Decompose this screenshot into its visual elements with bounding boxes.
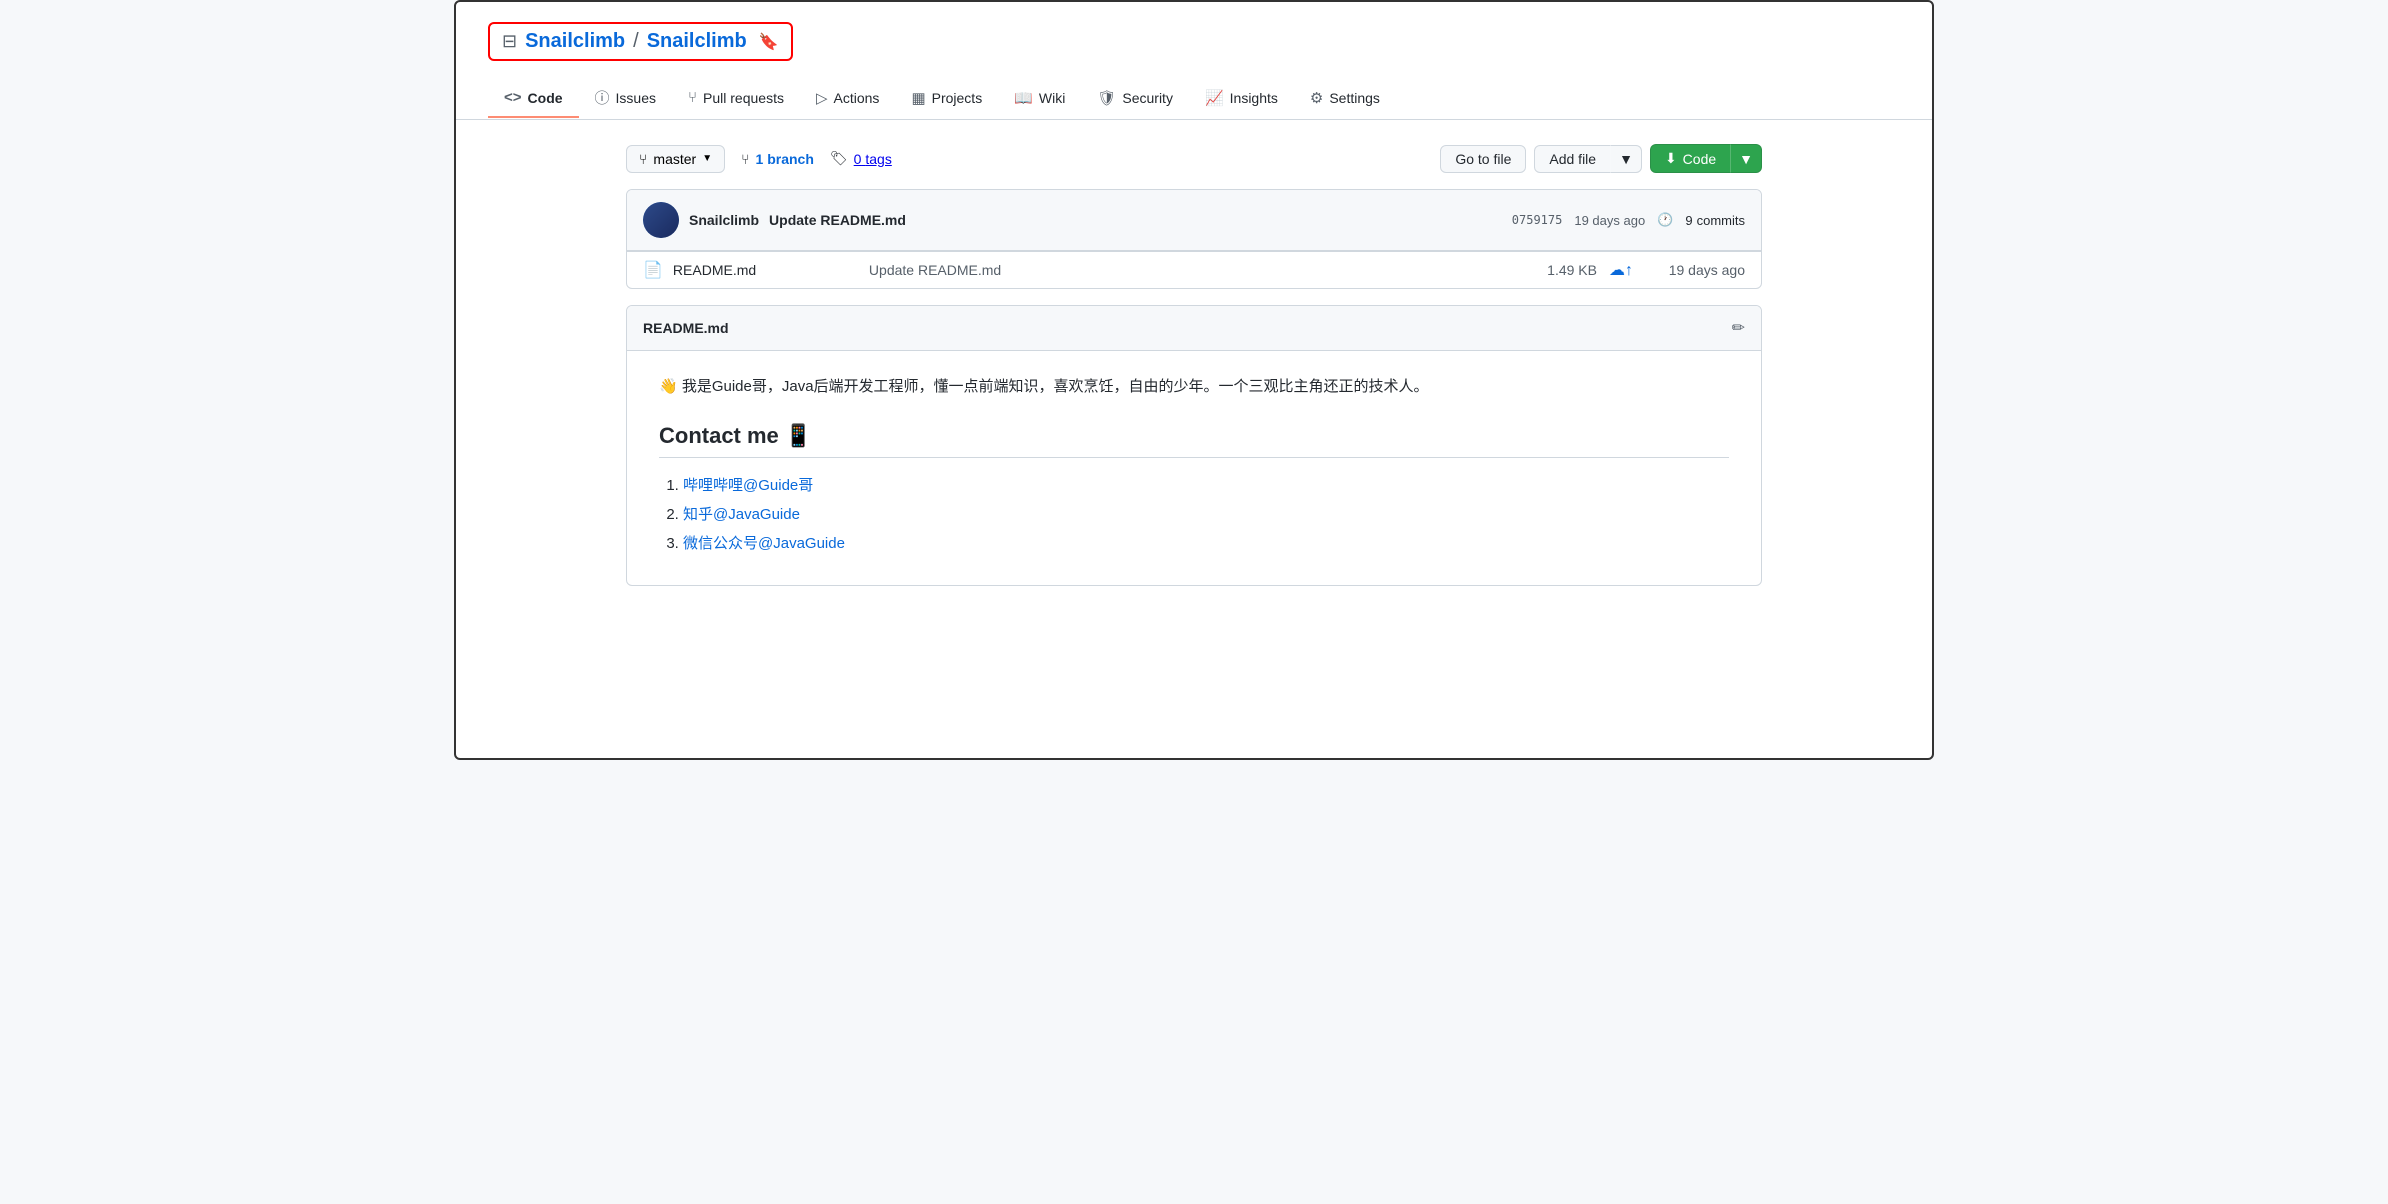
- branch-selector-label: master: [653, 151, 696, 167]
- readme-header: README.md ✏: [627, 306, 1761, 351]
- file-icon: 📄: [643, 260, 663, 280]
- list-item: 哔哩哔哩@Guide哥: [683, 474, 1729, 495]
- branch-selector-icon: ⑂: [639, 151, 647, 167]
- code-dropdown-button[interactable]: ▼: [1730, 144, 1762, 173]
- file-commit-message: Update README.md: [853, 262, 1517, 278]
- projects-icon: ▦: [911, 89, 925, 107]
- branch-bar: ⑂ master ▼ ⑂ 1 branch 🏷 0: [626, 144, 1762, 173]
- table-row: 📄 README.md Update README.md 1.49 KB ☁↑ …: [627, 251, 1761, 288]
- commit-message: Update README.md: [769, 212, 906, 228]
- branch-info: ⑂ 1 branch: [741, 151, 814, 167]
- tab-wiki[interactable]: 📖 Wiki: [998, 79, 1081, 119]
- contact-link-2[interactable]: 微信公众号@JavaGuide: [683, 535, 845, 552]
- insights-icon: 📈: [1205, 89, 1224, 107]
- commits-count-link[interactable]: 9 commits: [1685, 213, 1745, 228]
- tab-security[interactable]: 🛡 Security: [1081, 79, 1189, 119]
- code-download-button[interactable]: ⬇ Code: [1650, 144, 1731, 173]
- commits-label: commits: [1697, 213, 1745, 228]
- tag-label: tags: [865, 151, 891, 167]
- tab-insights[interactable]: 📈 Insights: [1189, 79, 1294, 119]
- commit-header: Snailclimb Update README.md 0759175 19 d…: [627, 190, 1761, 251]
- repo-separator: /: [633, 30, 639, 53]
- add-file-button[interactable]: Add file: [1534, 145, 1611, 173]
- wiki-icon: 📖: [1014, 89, 1033, 107]
- branch-chevron-icon: ▼: [702, 153, 712, 164]
- code-icon: <>: [504, 89, 522, 106]
- commit-header-right: 0759175 19 days ago 🕐 9 commits: [1512, 212, 1745, 228]
- tag-info: 🏷 0 tags: [830, 150, 892, 167]
- pull-request-icon: ⑂: [688, 89, 697, 106]
- commit-header-left: Snailclimb Update README.md: [643, 202, 906, 238]
- commit-time: 19 days ago: [1574, 213, 1645, 228]
- readme-intro: 👋 我是Guide哥，Java后端开发工程师，懂一点前端知识，喜欢烹饪，自由的少…: [659, 375, 1729, 399]
- nav-tabs: <> Code ⓘ Issues ⑂ Pull requests ▷ Actio…: [456, 77, 1932, 120]
- repo-icon: ⊟: [502, 31, 517, 52]
- go-to-file-button[interactable]: Go to file: [1440, 145, 1526, 173]
- branch-count-link[interactable]: 1 branch: [756, 151, 814, 167]
- main-content: ⑂ master ▼ ⑂ 1 branch 🏷 0: [594, 120, 1794, 610]
- readme-contact-list: 哔哩哔哩@Guide哥 知乎@JavaGuide 微信公众号@JavaGuide: [659, 474, 1729, 553]
- repo-title-box: ⊟ Snailclimb / Snailclimb 🔖: [488, 22, 793, 61]
- settings-icon: ⚙: [1310, 89, 1323, 107]
- branch-bar-left: ⑂ master ▼ ⑂ 1 branch 🏷 0: [626, 145, 892, 173]
- contact-link-1[interactable]: 知乎@JavaGuide: [683, 506, 800, 523]
- avatar: [643, 202, 679, 238]
- file-size: 1.49 KB: [1517, 262, 1597, 278]
- contact-link-0[interactable]: 哔哩哔哩@Guide哥: [683, 477, 813, 494]
- branch-fork-icon: ⑂: [741, 151, 749, 167]
- security-icon: 🛡: [1097, 89, 1116, 107]
- repo-owner-link[interactable]: Snailclimb: [525, 30, 625, 53]
- readme-content: 👋 我是Guide哥，Java后端开发工程师，懂一点前端知识，喜欢烹饪，自由的少…: [627, 351, 1761, 585]
- edit-icon[interactable]: ✏: [1732, 318, 1745, 338]
- tab-issues[interactable]: ⓘ Issues: [579, 77, 672, 120]
- tag-icon: 🏷: [830, 150, 848, 167]
- add-file-dropdown-button[interactable]: ▼: [1610, 145, 1642, 173]
- tab-projects[interactable]: ▦ Projects: [895, 79, 998, 119]
- clock-icon: 🕐: [1657, 212, 1673, 228]
- code-button-group: ⬇ Code ▼: [1650, 144, 1762, 173]
- tab-actions[interactable]: ▷ Actions: [800, 79, 895, 119]
- branch-selector[interactable]: ⑂ master ▼: [626, 145, 725, 173]
- download-icon: ⬇: [1665, 150, 1677, 167]
- commits-box: Snailclimb Update README.md 0759175 19 d…: [626, 189, 1762, 289]
- issues-icon: ⓘ: [595, 87, 610, 108]
- readme-title: README.md: [643, 320, 729, 336]
- actions-icon: ▷: [816, 89, 828, 107]
- branch-bar-right: Go to file Add file ▼ ⬇ Code ▼: [1440, 144, 1762, 173]
- readme-contact-heading: Contact me 📱: [659, 423, 1729, 458]
- add-file-group: Add file ▼: [1534, 145, 1642, 173]
- repo-name-link[interactable]: Snailclimb: [647, 30, 747, 53]
- list-item: 微信公众号@JavaGuide: [683, 532, 1729, 553]
- commit-author: Snailclimb: [689, 212, 759, 228]
- list-item: 知乎@JavaGuide: [683, 503, 1729, 524]
- commit-hash: 0759175: [1512, 213, 1563, 227]
- readme-box: README.md ✏ 👋 我是Guide哥，Java后端开发工程师，懂一点前端…: [626, 305, 1762, 586]
- file-date: 19 days ago: [1645, 262, 1745, 278]
- tab-pull-requests[interactable]: ⑂ Pull requests: [672, 79, 800, 118]
- tag-count-link[interactable]: 0 tags: [854, 151, 892, 167]
- tab-settings[interactable]: ⚙ Settings: [1294, 79, 1396, 119]
- file-name-link[interactable]: README.md: [673, 262, 853, 278]
- bookmark-icon: 🔖: [759, 32, 779, 52]
- upload-icon: ☁↑: [1609, 260, 1633, 280]
- tab-code[interactable]: <> Code: [488, 79, 579, 118]
